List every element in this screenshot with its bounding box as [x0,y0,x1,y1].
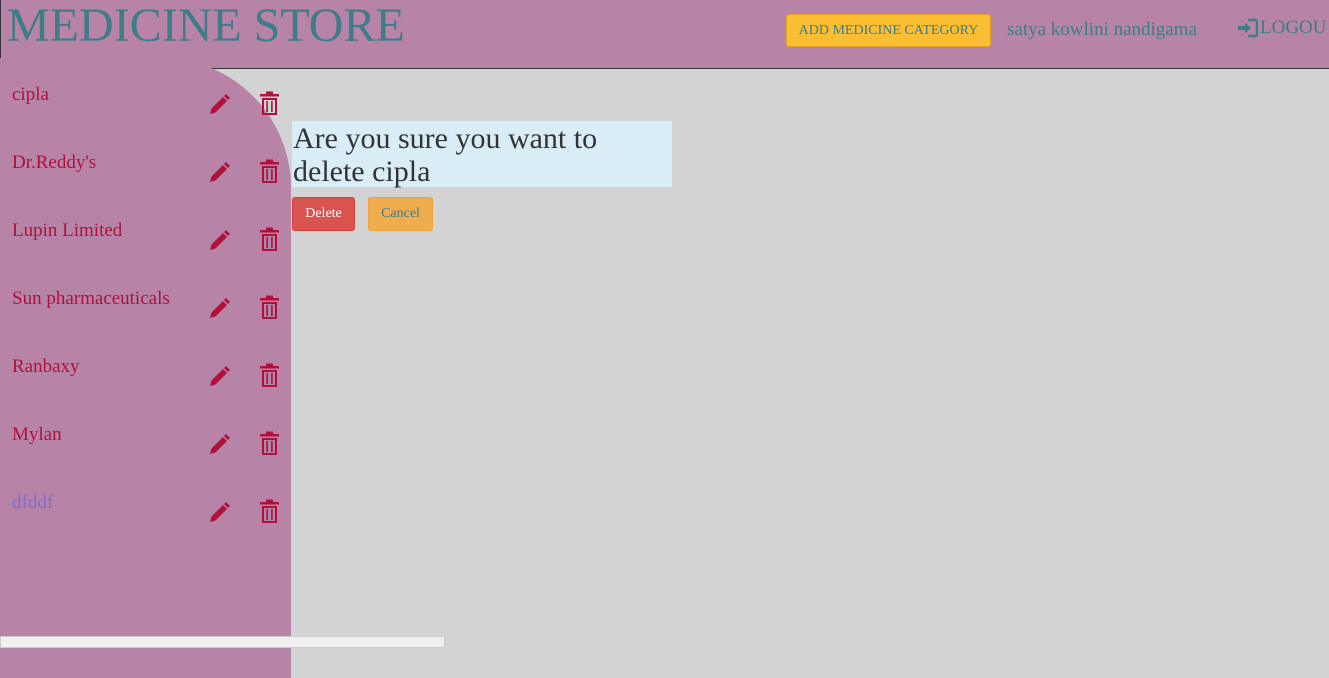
list-item: Ranbaxy [0,356,291,416]
trash-icon[interactable] [259,159,280,184]
pencil-icon[interactable] [207,297,231,321]
log-in-icon [1238,18,1258,38]
trash-icon[interactable] [259,227,280,252]
list-item: Lupin Limited [0,220,291,280]
category-link[interactable]: cipla [12,84,49,106]
category-link[interactable]: Mylan [12,424,62,446]
pencil-icon[interactable] [207,365,231,389]
pencil-icon[interactable] [207,433,231,457]
add-medicine-category-button[interactable]: ADD MEDICINE CATEGORY [786,14,991,47]
list-item: Mylan [0,424,291,484]
cancel-button[interactable]: Cancel [368,197,433,231]
delete-confirmation-box: Are you sure you want to delete cipla [292,121,672,188]
pencil-icon[interactable] [207,93,231,117]
delete-button[interactable]: Delete [292,197,355,231]
header-bar: MEDICINE STORE ADD MEDICINE CATEGORY sat… [0,0,1329,69]
logout-link[interactable]: LOGOU [1236,17,1327,39]
trash-icon[interactable] [259,295,280,320]
category-link[interactable]: dfddf [12,492,53,514]
user-name: satya kowlini nandigama [1007,19,1197,40]
list-item: Dr.Reddy's [0,152,291,212]
trash-icon[interactable] [259,363,280,388]
confirmation-message: Are you sure you want to delete cipla [293,122,598,188]
trash-icon[interactable] [259,431,280,456]
category-link[interactable]: Ranbaxy [12,356,80,378]
browser-status-bar [0,636,445,648]
list-item: dfddf [0,492,291,552]
brand-title[interactable]: MEDICINE STORE [7,0,405,54]
category-link[interactable]: Sun pharmaceuticals [12,288,170,310]
category-sidebar: cipla Dr.Reddy's Lupin Limited Sun pharm… [0,58,291,678]
category-link[interactable]: Dr.Reddy's [12,152,96,174]
trash-icon[interactable] [259,499,280,524]
category-link[interactable]: Lupin Limited [12,220,122,242]
list-item: cipla [0,84,291,144]
pencil-icon[interactable] [207,161,231,185]
logout-label: LOGOU [1260,17,1327,38]
list-item: Sun pharmaceuticals [0,288,291,348]
trash-icon[interactable] [259,91,280,116]
pencil-icon[interactable] [207,501,231,525]
pencil-icon[interactable] [207,229,231,253]
